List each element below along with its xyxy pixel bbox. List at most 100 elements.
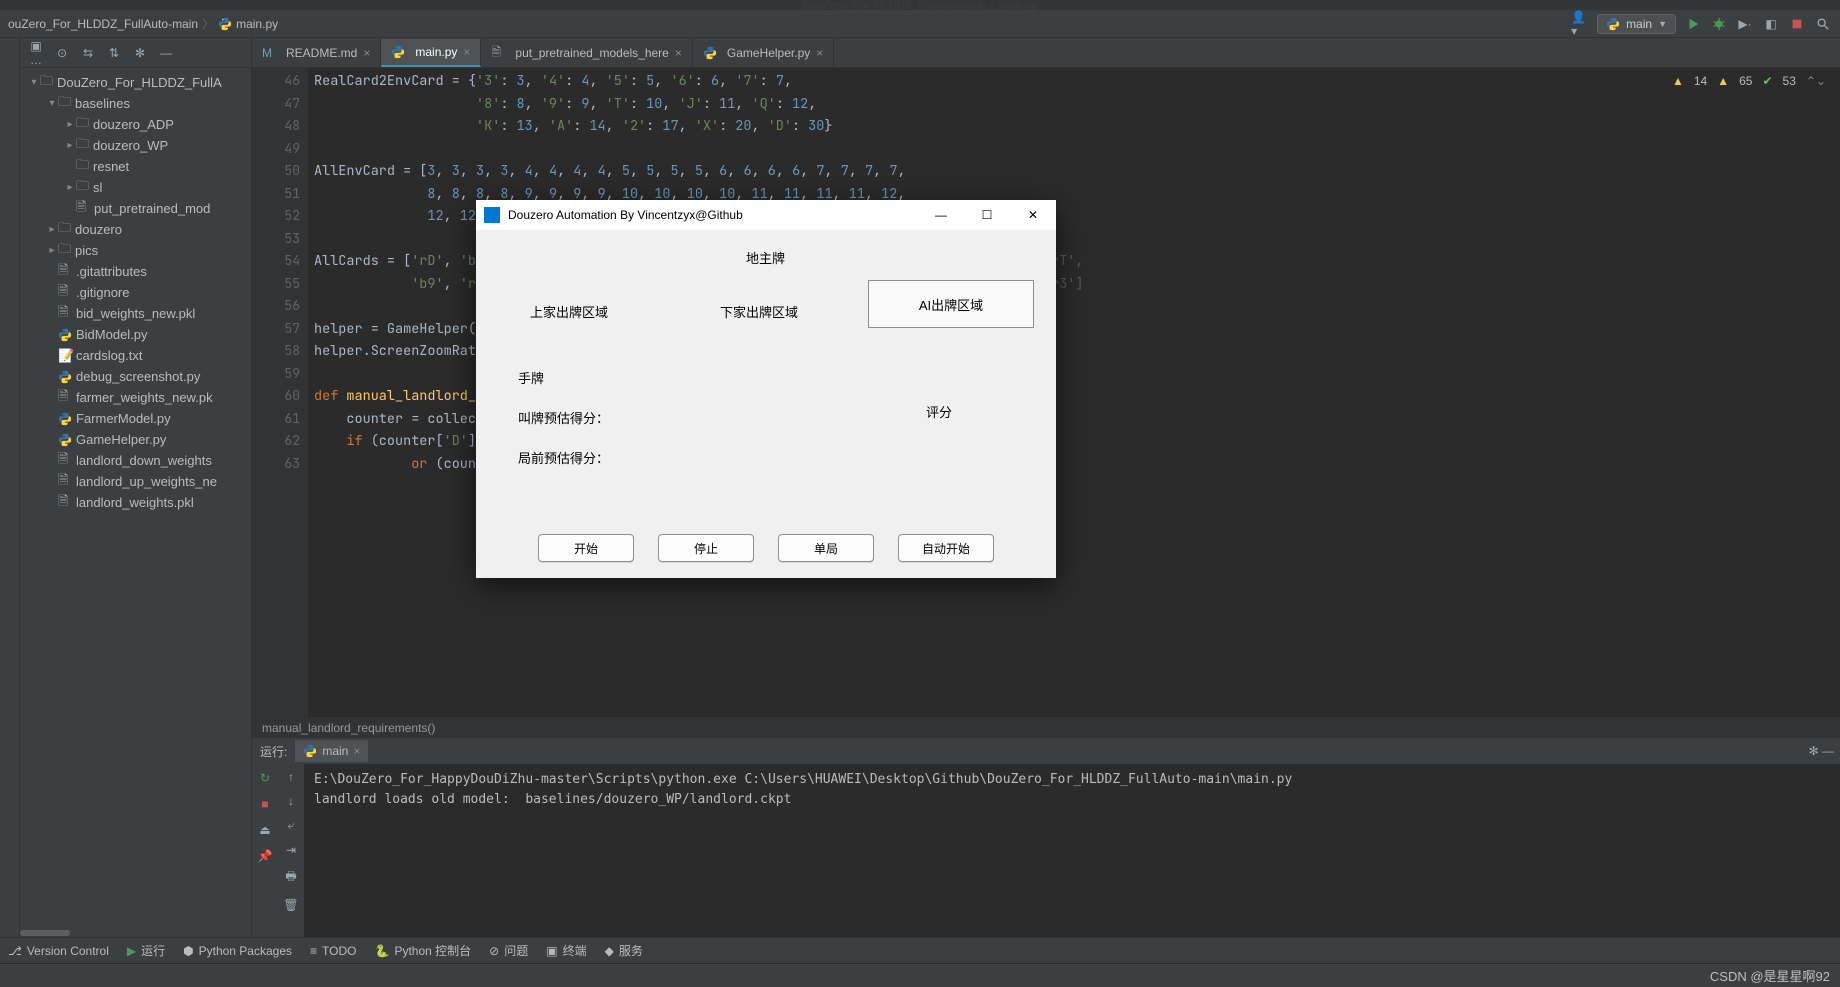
tree-item[interactable]: 🗎landlord_down_weights bbox=[20, 450, 251, 471]
tool-version-control[interactable]: ⎇ Version Control bbox=[8, 944, 109, 958]
run-config-name: main bbox=[1626, 17, 1652, 31]
console-output[interactable]: E:\DouZero_For_HappyDouDiZhu-master\Scri… bbox=[304, 764, 1840, 937]
breadcrumb-file[interactable]: main.py bbox=[236, 17, 278, 31]
print-icon[interactable]: 🖶 bbox=[285, 867, 296, 888]
collapse-all-icon[interactable]: ⇅ bbox=[106, 46, 122, 60]
tree-item[interactable]: GameHelper.py bbox=[20, 429, 251, 450]
douzero-automation-dialog: Douzero Automation By Vincentzyx@Github … bbox=[476, 200, 1056, 578]
editor-breadcrumbs[interactable]: manual_landlord_requirements() bbox=[252, 717, 1840, 737]
tree-item[interactable]: debug_screenshot.py bbox=[20, 366, 251, 387]
tree-item[interactable]: 🗎put_pretrained_mod bbox=[20, 198, 251, 219]
tool-python-packages[interactable]: ⬢Python Packages bbox=[183, 944, 292, 958]
run-tab[interactable]: main × bbox=[295, 740, 368, 762]
pregame-score-label: 局前预估得分： bbox=[518, 448, 609, 467]
tool-todo[interactable]: ≡TODO bbox=[310, 944, 356, 958]
settings-icon[interactable]: ✻ bbox=[132, 46, 148, 60]
breadcrumb[interactable]: ouZero_For_HLDDZ_FullAuto-main 〉 main.py bbox=[8, 15, 278, 32]
tree-item[interactable]: BidModel.py bbox=[20, 324, 251, 345]
run-configuration-selector[interactable]: main ▼ bbox=[1597, 14, 1676, 34]
tool-run[interactable]: ▶运行 bbox=[127, 942, 165, 959]
watermark: CSDN @是星星啊92 bbox=[1710, 966, 1830, 985]
coverage-icon[interactable]: ▶· bbox=[1736, 15, 1754, 33]
dialog-title-bar[interactable]: Douzero Automation By Vincentzyx@Github … bbox=[476, 200, 1056, 230]
editor-gutter[interactable]: 464748495051525354555657585960616263 bbox=[252, 68, 308, 717]
close-button[interactable]: ✕ bbox=[1010, 200, 1056, 230]
tree-item[interactable]: 📝cardslog.txt bbox=[20, 345, 251, 366]
tree-item[interactable]: 🗀resnet bbox=[20, 156, 251, 177]
pin-icon[interactable]: 📌 bbox=[257, 848, 273, 864]
profile-icon[interactable]: ◧ bbox=[1762, 15, 1780, 33]
close-icon[interactable]: × bbox=[363, 46, 370, 60]
python-icon bbox=[218, 17, 232, 31]
tree-item[interactable]: 🗎.gitignore bbox=[20, 282, 251, 303]
project-tree[interactable]: ▾🗀DouZero_For_HLDDZ_FullA▾🗀baselines▸🗀do… bbox=[20, 68, 251, 929]
start-button[interactable]: 开始 bbox=[538, 534, 634, 562]
close-icon[interactable]: × bbox=[675, 46, 682, 60]
tree-item[interactable]: 🗎.gitattributes bbox=[20, 261, 251, 282]
tree-item[interactable]: ▾🗀baselines bbox=[20, 93, 251, 114]
close-icon[interactable]: × bbox=[353, 744, 360, 758]
soft-wrap-icon[interactable]: ⤶ bbox=[288, 818, 295, 833]
user-icon[interactable]: 👤▾ bbox=[1571, 15, 1589, 33]
select-opened-file-icon[interactable]: ⊙ bbox=[54, 46, 70, 60]
tree-item[interactable]: 🗎landlord_up_weights_ne bbox=[20, 471, 251, 492]
close-icon[interactable]: × bbox=[463, 45, 470, 59]
dialog-body: 地主牌 上家出牌区域 下家出牌区域 AI出牌区域 手牌 评分 叫牌预估得分： 局… bbox=[476, 230, 1056, 578]
tree-item[interactable]: ▸🗀sl bbox=[20, 177, 251, 198]
minimize-button[interactable]: ― bbox=[918, 200, 964, 230]
close-icon[interactable]: × bbox=[816, 46, 823, 60]
editor-tab[interactable]: GameHelper.py× bbox=[693, 39, 834, 67]
editor-tab[interactable]: main.py× bbox=[381, 39, 481, 67]
tree-item[interactable]: ▾🗀DouZero_For_HLDDZ_FullA bbox=[20, 72, 251, 93]
weak-warning-count: 65 bbox=[1739, 74, 1752, 88]
project-view-icon[interactable]: ▣ … bbox=[28, 39, 44, 67]
rerun-icon[interactable]: ↻ bbox=[257, 770, 273, 786]
tree-item[interactable]: ▸🗀douzero_WP bbox=[20, 135, 251, 156]
call-score-label: 叫牌预估得分： bbox=[518, 408, 609, 427]
inspection-widget[interactable]: ▲14 ▲65 ✔53 ⌃⌄ bbox=[1672, 74, 1826, 88]
run-icon[interactable] bbox=[1684, 15, 1702, 33]
single-round-button[interactable]: 单局 bbox=[778, 534, 874, 562]
tool-label: Python 控制台 bbox=[394, 942, 471, 959]
tree-item[interactable]: ▸🗀pics bbox=[20, 240, 251, 261]
search-everywhere-icon[interactable] bbox=[1814, 15, 1832, 33]
tree-item[interactable]: ▸🗀douzero bbox=[20, 219, 251, 240]
scroll-to-end-icon[interactable]: ⇥ bbox=[286, 843, 296, 857]
up-icon[interactable]: ↑ bbox=[288, 770, 294, 784]
ai-play-zone-label: AI出牌区域 bbox=[919, 295, 983, 314]
tool-window-settings-icon[interactable]: ✻ — bbox=[1809, 744, 1834, 758]
editor-tab[interactable]: 🗎put_pretrained_models_here× bbox=[481, 39, 692, 67]
stop-icon[interactable] bbox=[1788, 15, 1806, 33]
tree-item[interactable]: ▸🗀douzero_ADP bbox=[20, 114, 251, 135]
clear-icon[interactable]: 🗑 bbox=[283, 898, 298, 912]
debug-icon[interactable] bbox=[1710, 15, 1728, 33]
stop-button[interactable]: 停止 bbox=[658, 534, 754, 562]
stop-icon[interactable]: ■ bbox=[257, 796, 273, 812]
tool-problems[interactable]: ⊘问题 bbox=[489, 942, 528, 959]
app-icon bbox=[484, 207, 500, 223]
status-bar bbox=[0, 963, 1840, 987]
branch-icon: ⎇ bbox=[8, 944, 22, 958]
tree-item[interactable]: 🗎bid_weights_new.pkl bbox=[20, 303, 251, 324]
tree-item[interactable]: 🗎landlord_weights.pkl bbox=[20, 492, 251, 513]
chevron-icon: ⌃⌄ bbox=[1806, 74, 1826, 88]
tree-item[interactable]: FarmerModel.py bbox=[20, 408, 251, 429]
tree-item[interactable]: 🗎farmer_weights_new.pk bbox=[20, 387, 251, 408]
tool-services[interactable]: ◆服务 bbox=[605, 942, 643, 959]
editor-tab[interactable]: MREADME.md× bbox=[252, 39, 381, 67]
project-tool-window: ▣ … ⊙ ⇆ ⇅ ✻ — ▾🗀DouZero_For_HLDDZ_FullA▾… bbox=[20, 38, 252, 937]
typo-count: 53 bbox=[1783, 74, 1796, 88]
tool-label: Python Packages bbox=[199, 944, 292, 958]
auto-start-button[interactable]: 自动开始 bbox=[898, 534, 994, 562]
hide-icon[interactable]: — bbox=[158, 46, 174, 60]
horizontal-scrollbar[interactable] bbox=[20, 929, 251, 937]
tool-terminal[interactable]: ▣终端 bbox=[546, 942, 586, 959]
maximize-button[interactable]: ☐ bbox=[964, 200, 1010, 230]
down-icon[interactable]: ↓ bbox=[288, 794, 294, 808]
tool-label: 终端 bbox=[563, 942, 587, 959]
expand-all-icon[interactable]: ⇆ bbox=[80, 46, 96, 60]
exit-icon[interactable]: ⏏ bbox=[257, 822, 273, 838]
tool-label: Version Control bbox=[27, 944, 109, 958]
tool-python-console[interactable]: 🐍Python 控制台 bbox=[374, 942, 471, 959]
breadcrumb-root[interactable]: ouZero_For_HLDDZ_FullAuto-main bbox=[8, 17, 198, 31]
